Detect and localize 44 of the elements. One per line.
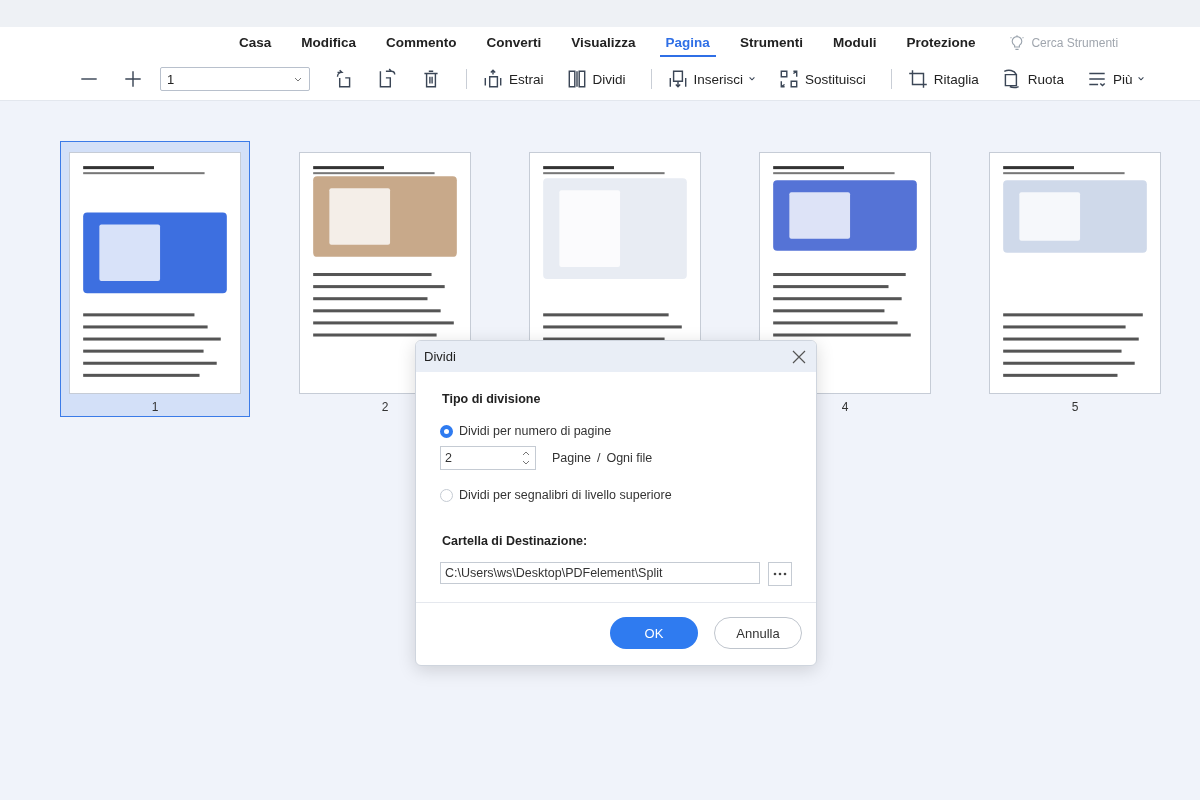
page-thumbnail[interactable] <box>989 152 1161 394</box>
ellipsis-icon <box>773 572 787 576</box>
menu-tab[interactable]: Converti <box>480 29 548 57</box>
toolbar-button[interactable]: Più <box>1080 64 1151 94</box>
toolbar-button[interactable]: Inserisci <box>661 64 762 94</box>
selected-page-highlight[interactable]: 1 <box>60 141 250 417</box>
toolbar-button[interactable]: Sostituisci <box>773 64 871 94</box>
crop-icon <box>906 68 929 90</box>
toolbar-button[interactable]: Dividi <box>560 64 631 94</box>
radio-option[interactable]: Dividi per numero di pagine <box>440 424 792 438</box>
extract-page-icon <box>482 68 504 90</box>
lightbulb-icon <box>1009 35 1026 51</box>
unit-label: Ogni file <box>606 451 653 465</box>
page-count-spinner[interactable]: 2 <box>440 446 536 470</box>
page-thumbnail[interactable] <box>759 152 931 394</box>
destination-label: Cartella di Destinazione: <box>442 534 589 548</box>
page-number: 4 <box>841 400 849 414</box>
menu-tab[interactable]: Commento <box>380 29 463 57</box>
dialog-title: Dividi <box>424 349 456 364</box>
unit-label: Pagine <box>552 451 591 465</box>
page-select[interactable]: 1 <box>160 67 310 91</box>
toolbar-button[interactable]: Ritaglia <box>901 64 984 94</box>
toolbar-button[interactable]: Estrai <box>477 64 549 94</box>
menu-tab[interactable]: Protezione <box>900 29 982 57</box>
destination-field[interactable]: C:\Users\ws\Desktop\PDFelement\Split <box>440 562 760 584</box>
zoom-in-icon <box>122 68 144 90</box>
page-number: 5 <box>1071 400 1079 414</box>
radio-option[interactable]: Dividi per segnalibri di livello superiore <box>440 488 792 502</box>
page-number: 1 <box>151 400 159 414</box>
menu-tab[interactable]: Modifica <box>295 29 363 57</box>
unit-separator: / <box>596 451 601 465</box>
menu-tab[interactable]: Visualizza <box>565 29 642 57</box>
toolbar-button[interactable]: Ruota <box>995 64 1069 94</box>
menu-tab[interactable]: Pagina <box>659 29 716 57</box>
ok-button[interactable]: OK <box>610 617 698 649</box>
browse-button[interactable] <box>768 562 792 586</box>
menu-tab[interactable]: Casa <box>233 29 278 57</box>
menu-tab[interactable]: Moduli <box>826 29 883 57</box>
section-title: Tipo di divisione <box>442 392 542 406</box>
cancel-button[interactable]: Annulla <box>714 617 802 649</box>
page-thumbnail[interactable] <box>299 152 471 394</box>
page-thumbnail[interactable] <box>69 152 241 394</box>
menu-tab[interactable]: Strumenti <box>733 29 809 57</box>
page-number: 2 <box>381 400 389 414</box>
